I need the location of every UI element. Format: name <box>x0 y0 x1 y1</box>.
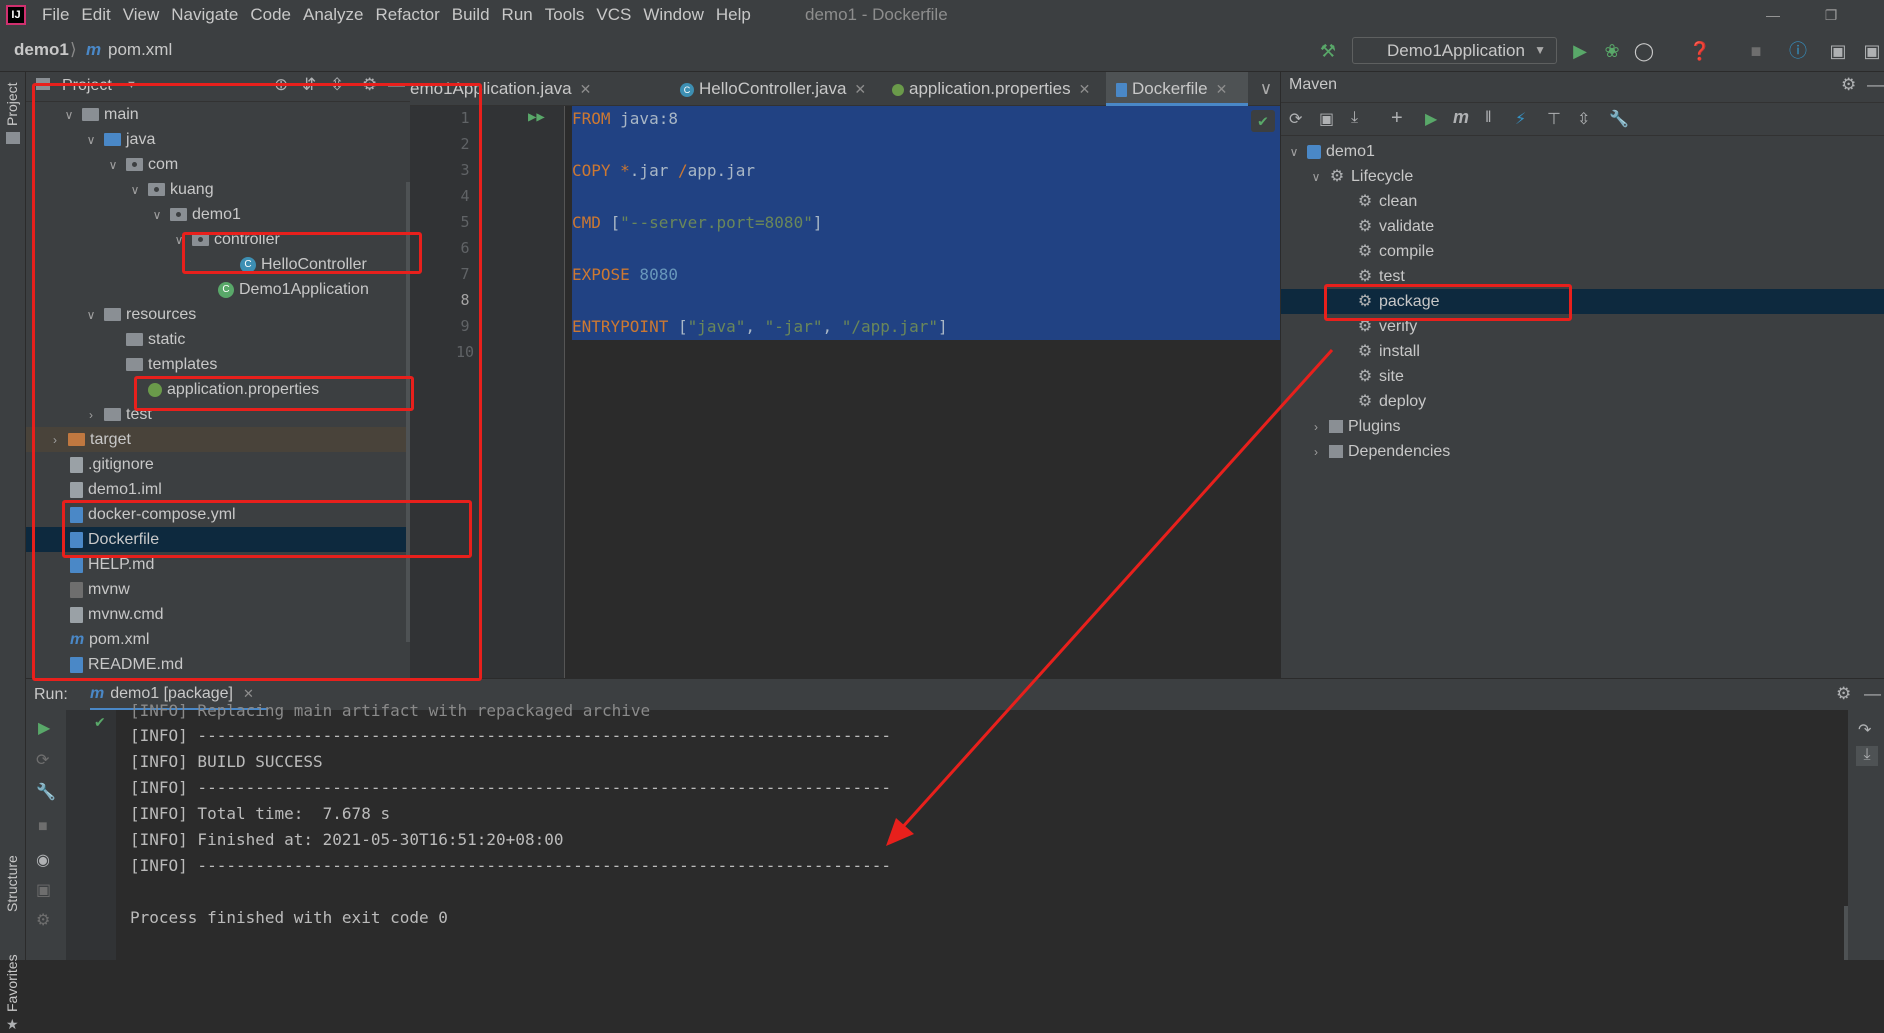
arrow-head <box>886 818 914 846</box>
favorites-star-icon: ★ <box>6 1016 19 1032</box>
tool-tab-favorites[interactable]: Favorites <box>4 954 20 1012</box>
arrow-line <box>898 348 1334 832</box>
annotation-arrow <box>886 348 1334 846</box>
